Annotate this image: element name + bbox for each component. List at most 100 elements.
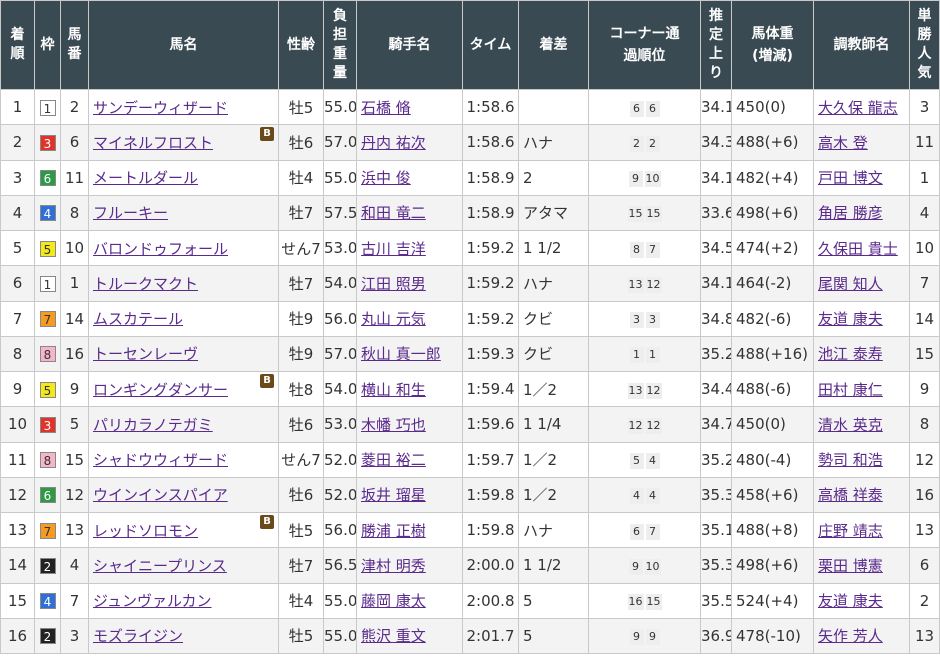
- time-cell: 2:01.7: [462, 617, 519, 655]
- bodyweight-cell: 524(+4): [731, 582, 814, 619]
- trainer-link[interactable]: 久保田 貴士: [818, 240, 898, 258]
- trainer-cell: 尾関 知人: [813, 265, 910, 302]
- waku-badge: 7: [39, 522, 56, 539]
- horse-link[interactable]: レッドソロモン: [93, 522, 198, 540]
- trainer-link[interactable]: 矢作 芳人: [818, 627, 883, 645]
- margin-cell: 1／2: [518, 441, 589, 478]
- jockey-link[interactable]: 浜中 俊: [361, 169, 411, 187]
- jockey-link[interactable]: 熊沢 重文: [361, 627, 426, 645]
- margin-cell: ハナ: [518, 265, 589, 302]
- jockey-link[interactable]: 古川 吉洋: [361, 240, 426, 258]
- trainer-link[interactable]: 池江 泰寿: [818, 345, 883, 363]
- last3f-cell: 35.2: [700, 441, 732, 478]
- horse-link[interactable]: ジュンヴァルカン: [93, 592, 212, 610]
- margin-cell: [518, 88, 589, 126]
- corner-positions: 15 15: [627, 203, 663, 223]
- horse-link[interactable]: トルークマクト: [93, 275, 198, 293]
- table-row: 8 8 16 トーセンレーヴ 牡9 57.0 秋山 真一郎 1:59.3 クビ 1 1 35.2 488…: [0, 335, 940, 373]
- corner-pos-1: 8: [629, 241, 644, 258]
- trainer-link[interactable]: 尾関 知人: [818, 275, 883, 293]
- jockey-link[interactable]: 石橋 脩: [361, 99, 411, 117]
- corner-pos-2: 9: [645, 629, 660, 646]
- last3f-cell: 34.1: [700, 265, 732, 302]
- header-last3f-label: 推定上り: [709, 8, 723, 81]
- corner-positions: 12 12: [627, 415, 663, 434]
- jockey-link[interactable]: 藤岡 康太: [361, 592, 426, 610]
- trainer-link[interactable]: 高橋 祥泰: [818, 486, 883, 504]
- horse-cell: マイネルフロスト B: [88, 124, 279, 161]
- umaban-cell: 8: [60, 194, 89, 232]
- horse-link[interactable]: シャイニープリンス: [93, 557, 227, 575]
- rank-cell: 4: [0, 194, 35, 232]
- waku-cell: 1: [34, 88, 61, 126]
- trainer-cell: 友道 康夫: [813, 300, 910, 337]
- jockey-link[interactable]: 津村 明秀: [361, 557, 426, 575]
- horse-link[interactable]: メートルダール: [93, 169, 198, 187]
- horse-link[interactable]: マイネルフロスト: [93, 134, 213, 152]
- waku-cell: 1: [34, 265, 61, 302]
- header-pop-label: 単勝人気: [917, 8, 932, 81]
- horse-link[interactable]: ロンギングダンサー: [93, 381, 228, 399]
- weight-cell: 55.0: [323, 159, 357, 196]
- trainer-link[interactable]: 田村 康仁: [818, 381, 883, 399]
- corner-pos-1: 16: [627, 594, 644, 611]
- jockey-link[interactable]: 和田 竜二: [361, 204, 426, 222]
- trainer-link[interactable]: 栗田 博憲: [818, 557, 883, 575]
- corner-pos-1: 12: [627, 417, 644, 434]
- jockey-link[interactable]: 木幡 巧也: [361, 416, 426, 434]
- corner-pos-2: 7: [645, 241, 660, 258]
- horse-link[interactable]: ウインインスパイア: [93, 486, 228, 504]
- horse-link[interactable]: サンデーウィザード: [93, 99, 228, 117]
- jockey-link[interactable]: 江田 照男: [361, 275, 426, 293]
- rank-cell: 8: [0, 335, 35, 373]
- corner-cell: 12 12: [588, 406, 701, 443]
- jockey-link[interactable]: 菱田 裕二: [361, 451, 426, 469]
- waku-cell: 4: [34, 194, 61, 232]
- waku-badge: 8: [39, 346, 56, 363]
- trainer-link[interactable]: 戸田 博文: [818, 169, 883, 187]
- trainer-link[interactable]: 大久保 龍志: [818, 99, 898, 117]
- trainer-link[interactable]: 勢司 和浩: [818, 451, 883, 469]
- jockey-link[interactable]: 秋山 真一郎: [361, 345, 441, 363]
- horse-link[interactable]: フルーキー: [93, 204, 168, 222]
- trainer-link[interactable]: 庄野 靖志: [818, 522, 883, 540]
- horse-link[interactable]: バロンドゥフォール: [93, 240, 228, 258]
- jockey-cell: 坂井 瑠星: [356, 476, 463, 514]
- last3f-cell: 35.3: [700, 547, 732, 584]
- last3f-cell: 34.1: [700, 159, 732, 196]
- corner-positions: 87: [629, 239, 661, 258]
- corner-pos-1: 1: [629, 347, 644, 364]
- horse-link[interactable]: パリカラノテガミ: [93, 416, 213, 434]
- waku-badge: 6: [39, 487, 56, 504]
- trainer-cell: 高木 登: [813, 124, 910, 161]
- horse-link[interactable]: トーセンレーヴ: [93, 345, 198, 363]
- time-cell: 1:59.7: [462, 441, 519, 478]
- horse-cell: メートルダール: [88, 159, 279, 196]
- header-rank: 着順: [0, 0, 35, 90]
- corner-positions: 11: [629, 344, 661, 364]
- trainer-link[interactable]: 友道 康夫: [818, 310, 883, 328]
- corner-cell: 87: [588, 229, 701, 267]
- jockey-link[interactable]: 勝浦 正樹: [361, 522, 426, 540]
- horse-link[interactable]: モズライジン: [93, 627, 183, 645]
- rank-cell: 7: [0, 300, 35, 337]
- weight-cell: 52.0: [323, 441, 357, 478]
- waku-badge: 4: [39, 205, 56, 222]
- horse-link[interactable]: シャドウウィザード: [93, 451, 228, 469]
- trainer-link[interactable]: 角居 勝彦: [818, 204, 883, 222]
- jockey-cell: 勝浦 正樹: [356, 511, 463, 549]
- trainer-link[interactable]: 友道 康夫: [818, 592, 883, 610]
- bodyweight-cell: 498(+6): [731, 194, 814, 232]
- bodyweight-cell: 488(-6): [731, 370, 814, 408]
- trainer-link[interactable]: 高木 登: [818, 134, 868, 152]
- corner-pos-2: 4: [645, 453, 660, 470]
- jockey-link[interactable]: 丸山 元気: [361, 310, 426, 328]
- trainer-cell: 庄野 靖志: [813, 511, 910, 549]
- jockey-link[interactable]: 横山 和生: [361, 381, 426, 399]
- time-cell: 1:59.3: [462, 335, 519, 373]
- jockey-link[interactable]: 坂井 瑠星: [361, 486, 426, 504]
- jockey-link[interactable]: 丹内 祐次: [361, 134, 426, 152]
- horse-link[interactable]: ムスカテール: [93, 310, 183, 328]
- trainer-link[interactable]: 清水 英克: [818, 416, 883, 434]
- corner-pos-2: 12: [645, 382, 662, 399]
